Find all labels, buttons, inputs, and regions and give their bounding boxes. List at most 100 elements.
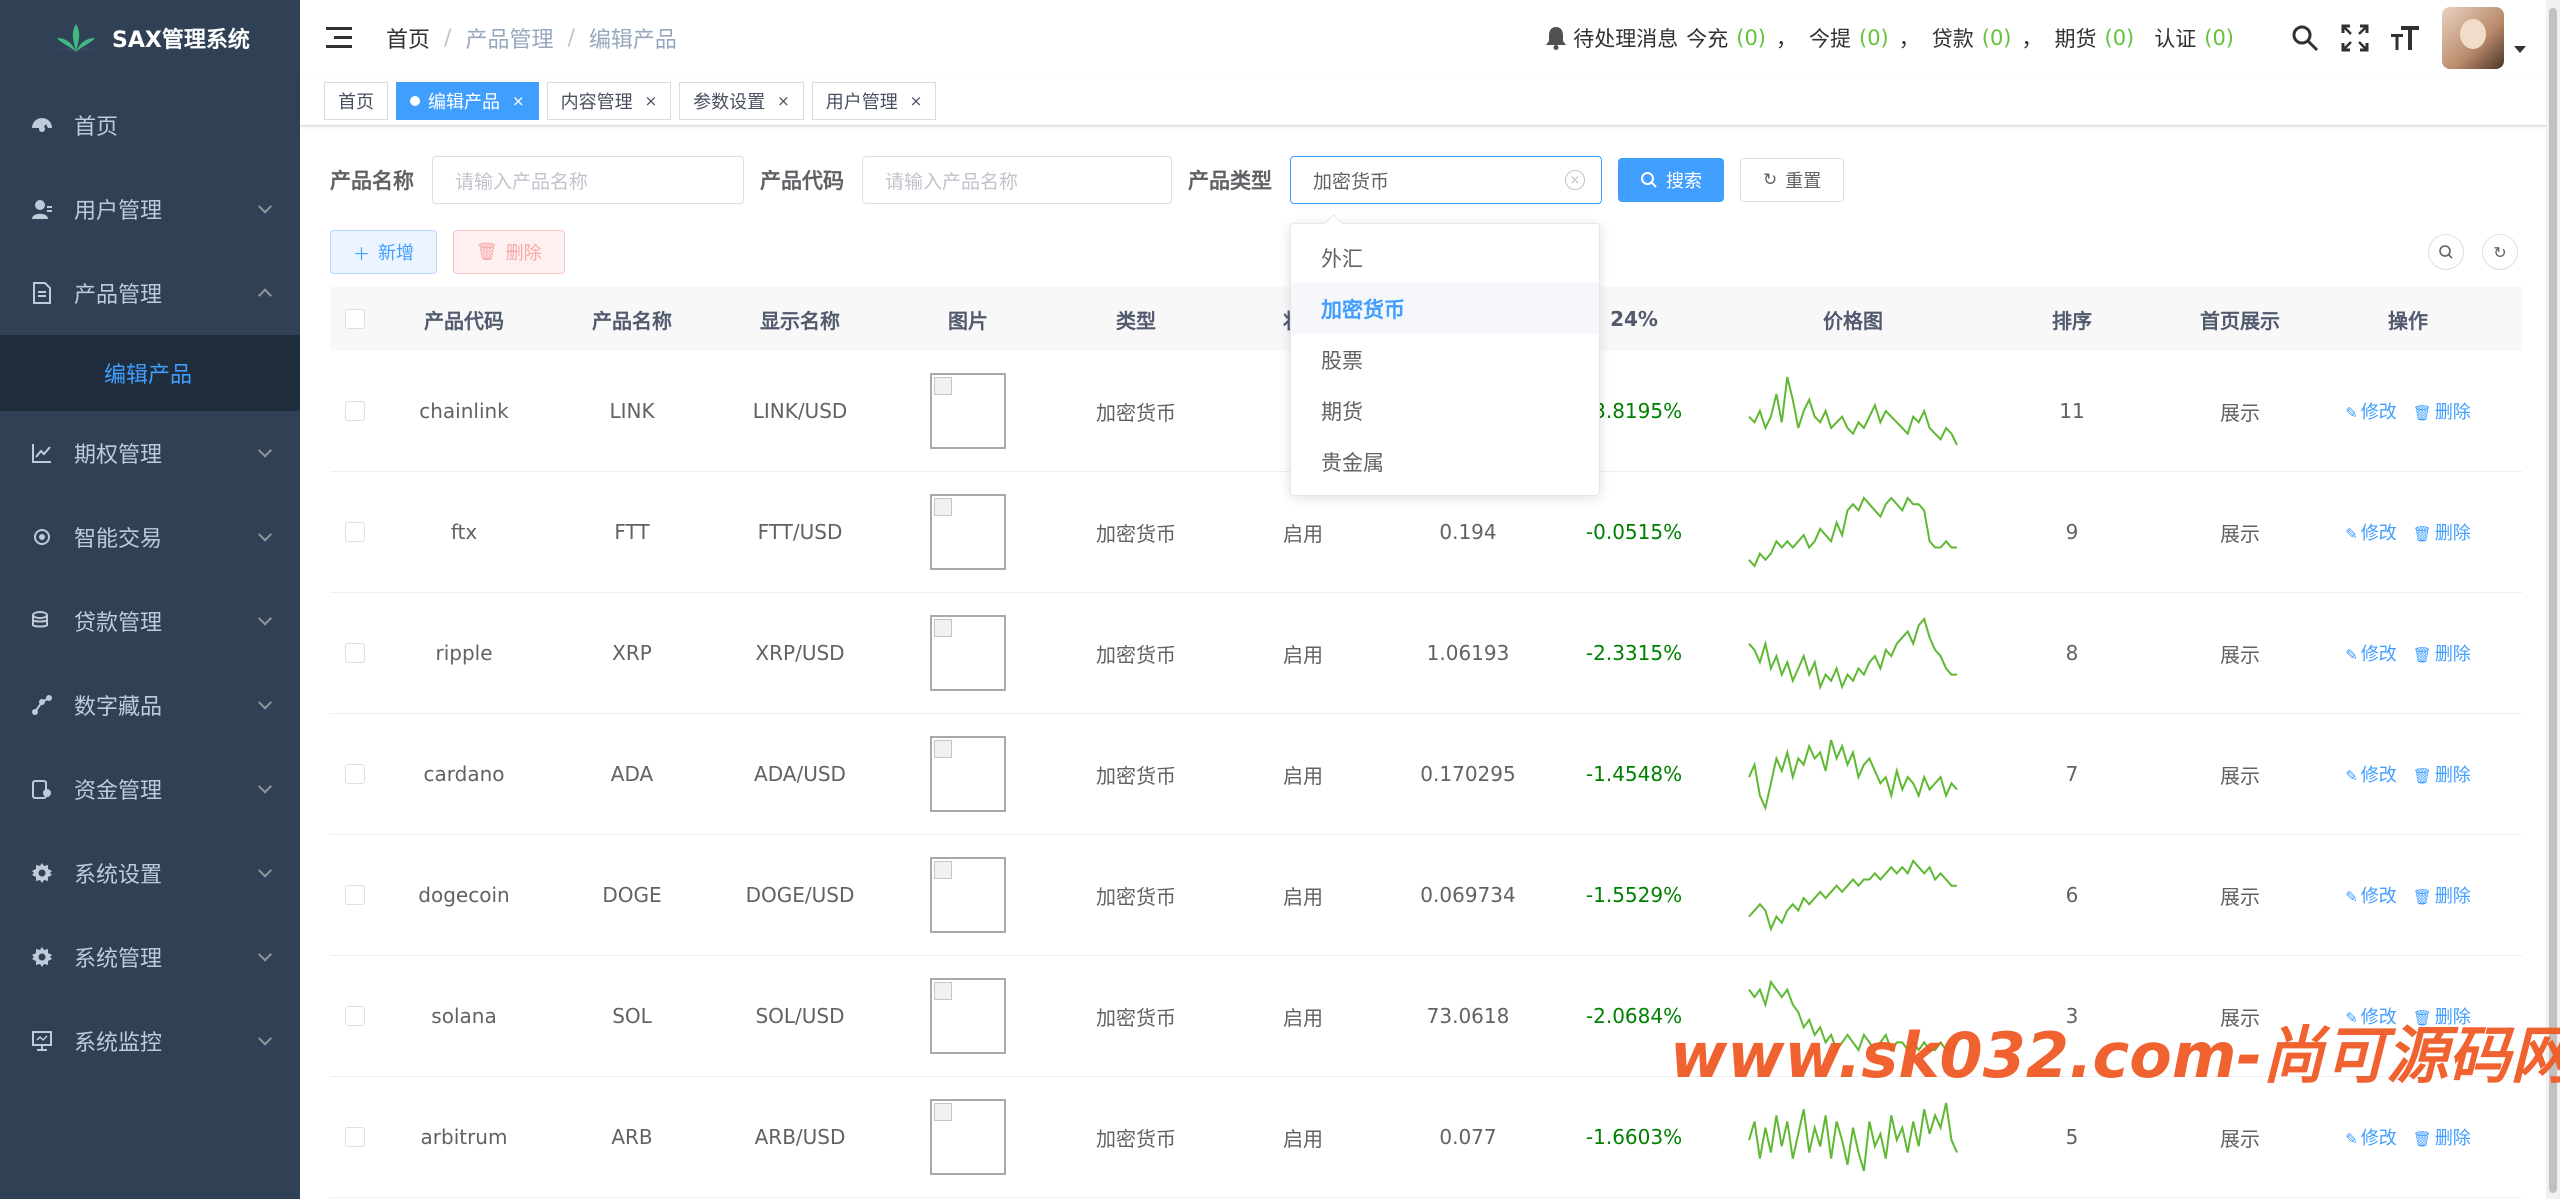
sidebar-item[interactable]: 资金管理 [0,747,300,831]
column-header: 价格图 [1823,308,1883,333]
sidebar-item[interactable]: 系统设置 [0,831,300,915]
row-checkbox-cell [330,522,380,542]
clear-icon[interactable]: × [1565,170,1585,190]
row-actions: ✎ 修改 🗑 删除 [2345,761,2471,787]
close-icon[interactable]: × [777,92,790,110]
row-checkbox[interactable] [345,1127,365,1147]
close-icon[interactable]: × [645,92,658,110]
edit-icon: ✎ [2345,404,2358,422]
hamburger-icon[interactable] [326,27,352,49]
row-checkbox[interactable] [345,885,365,905]
tag-label: 首页 [338,91,374,113]
delete-label: 删除 [2434,765,2471,786]
row-checkbox[interactable] [345,643,365,663]
toggle-search-icon[interactable] [2428,234,2464,270]
cell-price: 73.0618 [1426,1004,1510,1028]
table-cell: 加密货币 [1052,1002,1220,1031]
sidebar-item-label: 贷款管理 [74,611,163,636]
table-cell: SOL [548,1004,716,1028]
search-button[interactable]: 搜索 [1618,158,1724,202]
reset-button[interactable]: ↻ 重置 [1740,158,1845,202]
chevron-down-icon [257,611,273,626]
dropdown-option[interactable]: 加密货币 [1291,283,1599,334]
sidebar-item[interactable]: 用户管理 [0,167,300,251]
counter-value: (0) [1736,26,1766,50]
sidebar-item[interactable]: 产品管理 [0,251,300,335]
avatar[interactable] [2442,7,2504,69]
price-sparkline [1718,371,1988,451]
sidebar-subitem-edit-product[interactable]: 编辑产品 [0,335,300,411]
close-icon[interactable]: × [512,92,525,110]
tag-1[interactable]: 编辑产品 × [396,81,539,120]
sidebar-item[interactable]: 系统监控 [0,999,300,1083]
breadcrumb-home[interactable]: 首页 [386,22,430,54]
table-cell: 展示 [2156,518,2324,547]
dropdown-option[interactable]: 期货 [1291,385,1599,436]
table-cell: 0.077 [1386,1125,1550,1149]
row-checkbox[interactable] [345,764,365,784]
product-code-input[interactable]: 请输入产品名称 [862,156,1172,204]
dropdown-option[interactable]: 外汇 [1291,232,1599,283]
add-button[interactable]: ＋ 新增 [330,230,437,274]
logo[interactable]: SAX管理系统 [0,0,300,75]
delete-row-button[interactable]: 🗑 删除 [2413,882,2471,908]
row-checkbox[interactable] [345,522,365,542]
table-cell: ✎ 修改 🗑 删除 [2324,640,2492,666]
table-cell: ftx [380,520,548,544]
table-cell: 加密货币 [1052,397,1220,426]
tag-0[interactable]: 首页 [324,81,388,120]
select-all-checkbox[interactable] [345,309,365,329]
edit-button[interactable]: ✎ 修改 [2345,398,2397,424]
sidebar-item[interactable]: 首页 [0,83,300,167]
refresh-icon[interactable]: ↻ [2482,234,2518,270]
edit-button[interactable]: ✎ 修改 [2345,882,2397,908]
table-cell: 加密货币 [1052,760,1220,789]
breadcrumb-product[interactable]: 产品管理 [465,22,553,54]
search-icon[interactable] [2290,23,2320,53]
tag-2[interactable]: 内容管理 × [546,81,672,120]
delete-button[interactable]: 🗑 删除 [453,230,565,274]
table-row[interactable]: ripple XRP XRP/USD 加密货币 启用 1.06193 -2.3315% 8 展示… [330,593,2522,714]
dropdown-option[interactable]: 股票 [1291,334,1599,385]
tag-3[interactable]: 参数设置 × [679,81,804,120]
caret-down-icon[interactable] [2514,45,2526,53]
search-form: 产品名称 请输入产品名称 产品代码 请输入产品名称 产品类型 加密货币 × 搜索… [330,155,1845,205]
dropdown-option[interactable]: 贵金属 [1291,436,1599,487]
fullscreen-icon[interactable] [2340,23,2370,53]
sidebar-item[interactable]: 期权管理 [0,411,300,495]
sidebar-item[interactable]: 智能交易 [0,495,300,579]
price-sparkline [1718,1097,1988,1177]
edit-button[interactable]: ✎ 修改 [2345,761,2397,787]
chevron-down-icon [257,443,273,458]
column-header: 产品代码 [424,308,504,333]
sidebar-item[interactable]: 数字藏品 [0,663,300,747]
cell-name: FTT [614,520,650,544]
table-row[interactable]: cardano ADA ADA/USD 加密货币 启用 0.170295 -1.4548% 7… [330,714,2522,835]
delete-row-button[interactable]: 🗑 删除 [2413,1124,2471,1150]
table-row[interactable]: arbitrum ARB ARB/USD 加密货币 启用 0.077 -1.6603% 5 展示… [330,1077,2522,1198]
plus-icon: ＋ [353,244,370,265]
delete-row-button[interactable]: 🗑 删除 [2413,519,2471,545]
close-icon[interactable]: × [910,92,923,110]
edit-button[interactable]: ✎ 修改 [2345,640,2397,666]
edit-button[interactable]: ✎ 修改 [2345,1124,2397,1150]
cell-type: 加密货币 [1096,763,1176,788]
product-type-select[interactable]: 加密货币 × [1290,156,1602,204]
cell-change: -2.3315% [1585,641,1683,665]
delete-row-button[interactable]: 🗑 删除 [2413,398,2471,424]
sidebar-item[interactable]: 贷款管理 [0,579,300,663]
table-row[interactable]: dogecoin DOGE DOGE/USD 加密货币 启用 0.069734 -1.552… [330,835,2522,956]
tag-4[interactable]: 用户管理 × [811,81,937,120]
row-checkbox[interactable] [345,1006,365,1026]
product-name-input[interactable]: 请输入产品名称 [432,156,744,204]
column-header: 产品名称 [592,308,672,333]
sidebar-item[interactable]: 系统管理 [0,915,300,999]
cell-code: chainlink [419,399,509,423]
delete-row-button[interactable]: 🗑 删除 [2413,640,2471,666]
table-cell: -1.6603% [1550,1125,1718,1149]
row-checkbox[interactable] [345,401,365,421]
notice-bar[interactable]: 待处理消息 今充 (0) ， 今提 (0) ， 贷款 (0) ， 期货 (0) … [1545,23,2242,53]
font-size-icon[interactable] [2390,23,2420,53]
delete-row-button[interactable]: 🗑 删除 [2413,761,2471,787]
edit-button[interactable]: ✎ 修改 [2345,519,2397,545]
